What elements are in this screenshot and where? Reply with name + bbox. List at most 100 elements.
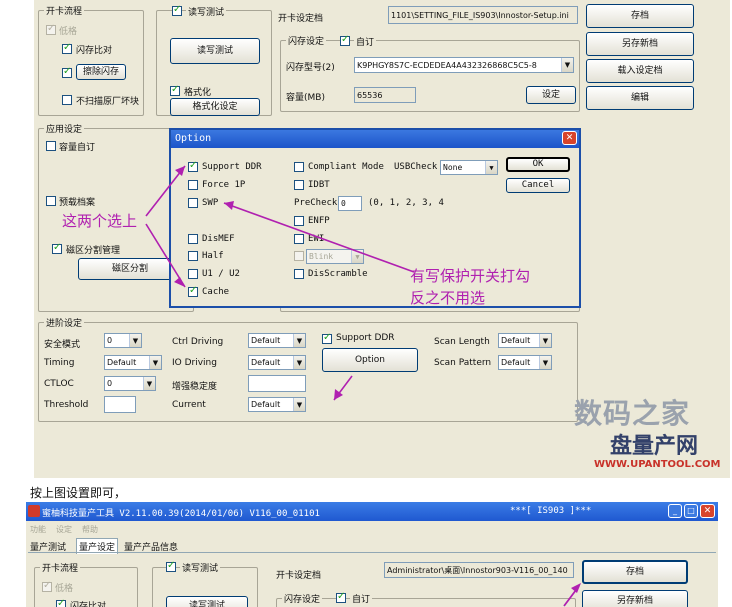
current-dropdown[interactable]: Default ▼ — [248, 397, 306, 412]
current-label: Current — [172, 400, 206, 410]
preload-checkbox[interactable] — [46, 196, 56, 206]
opt-enfp-checkbox[interactable] — [294, 216, 304, 226]
low-format-checkbox[interactable] — [46, 23, 56, 35]
option-dialog-titlebar: Option ✕ — [171, 130, 579, 148]
stability-field[interactable] — [248, 375, 306, 392]
bottom-flash-compare-checkbox[interactable] — [56, 598, 66, 607]
bottom-custom-label: 自订 — [350, 592, 373, 605]
option-button[interactable]: Option — [322, 348, 418, 372]
scan-length-dropdown[interactable]: Default ▼ — [498, 333, 552, 348]
threshold-field[interactable] — [104, 396, 136, 413]
opt-cancel-button[interactable]: Cancel — [506, 178, 570, 193]
flash-id-dropdown[interactable]: K9PHGY8S7C-ECDEDEA4A432326868C5C5-8 ▼ — [354, 57, 574, 73]
opt-cache-checkbox[interactable] — [188, 285, 198, 297]
capacity-field[interactable]: 65536 — [354, 87, 416, 103]
chevron-down-icon: ▼ — [129, 334, 141, 347]
bottom-low-format-checkbox[interactable] — [42, 580, 52, 592]
support-ddr-main-checkbox[interactable] — [322, 332, 332, 344]
opt-discramble-checkbox[interactable] — [294, 269, 304, 279]
ctrl-driving-dropdown[interactable]: Default ▼ — [248, 333, 306, 348]
opt-blink-dropdown[interactable]: Blink ▼ — [306, 249, 364, 264]
erase-flash-button[interactable]: 擦除闪存 — [76, 64, 126, 80]
flash-id-value: K9PHGY8S7C-ECDEDEA4A432326868C5C5-8 — [357, 60, 537, 70]
no-scan-bad-block-checkbox[interactable] — [62, 95, 72, 105]
erase-flash-checkbox[interactable] — [62, 66, 72, 78]
menu-settings[interactable]: 设定 — [56, 524, 72, 535]
opt-usbcheck-value: None — [443, 163, 463, 172]
opt-ewi-checkbox[interactable] — [294, 234, 304, 244]
format-checkbox[interactable] — [170, 84, 180, 96]
minimize-icon[interactable]: _ — [668, 504, 682, 518]
opt-usbcheck-label: USBCheck — [394, 162, 438, 172]
opt-u1u2-label: U1 / U2 — [202, 269, 240, 279]
close-icon[interactable]: ✕ — [700, 504, 715, 518]
watermark-cn: 数码之家 — [574, 397, 691, 430]
security-mode-dropdown[interactable]: 0 ▼ — [104, 333, 142, 348]
opt-blink-value: Blink — [309, 252, 334, 261]
custom-checkbox[interactable] — [340, 34, 350, 46]
opt-usbcheck-dropdown[interactable]: None ▼ — [440, 160, 498, 175]
menu-help[interactable]: 帮助 — [82, 524, 98, 535]
ctloc-dropdown[interactable]: 0 ▼ — [104, 376, 156, 391]
rw-test-button[interactable]: 读写测试 — [170, 38, 260, 64]
opt-precheck-field[interactable]: 0 — [338, 196, 362, 211]
bottom-rw-test-label: 读写测试 — [180, 561, 221, 574]
chevron-down-icon: ▼ — [293, 356, 305, 369]
menu-function[interactable]: 功能 — [30, 524, 46, 535]
chevron-down-icon: ▼ — [539, 356, 551, 369]
opt-support-ddr-checkbox[interactable] — [188, 160, 198, 172]
scan-pattern-dropdown[interactable]: Default ▼ — [498, 355, 552, 370]
capacity-custom-label: 容量自订 — [59, 143, 96, 153]
opt-u1u2-checkbox[interactable] — [188, 269, 198, 279]
current-value: Default — [251, 400, 281, 409]
chevron-down-icon: ▼ — [149, 356, 161, 369]
opt-ok-button[interactable]: OK — [506, 157, 570, 172]
support-ddr-main-label: Support DDR — [336, 333, 395, 343]
opt-blink-checkbox[interactable] — [294, 251, 304, 261]
capacity-custom-checkbox[interactable] — [46, 141, 56, 151]
custom-label: 自订 — [354, 35, 377, 48]
bottom-flash-group: 闪存设定 — [276, 592, 576, 607]
close-icon[interactable]: ✕ — [562, 131, 577, 145]
chevron-down-icon: ▼ — [561, 58, 573, 72]
chevron-down-icon: ▼ — [293, 334, 305, 347]
watermark-logo: 盘量产网 — [610, 434, 699, 459]
bottom-save-as-button[interactable]: 另存新档 — [582, 590, 688, 607]
threshold-label: Threshold — [44, 400, 89, 410]
opt-force1p-checkbox[interactable] — [188, 180, 198, 190]
format-settings-button[interactable]: 格式化设定 — [170, 98, 260, 116]
load-settings-button[interactable]: 载入设定档 — [586, 59, 694, 83]
partition-button[interactable]: 磁区分割 — [78, 258, 182, 280]
io-driving-dropdown[interactable]: Default ▼ — [248, 355, 306, 370]
bottom-screenshot: 蜜柚科技量产工具 V2.11.00.39(2014/01/06) V116_00… — [26, 502, 718, 607]
capacity-set-button[interactable]: 设定 — [526, 86, 576, 104]
save-as-button[interactable]: 另存新档 — [586, 32, 694, 56]
bottom-rw-test-button[interactable]: 读写测试 — [166, 596, 248, 607]
bottom-settings-file-field[interactable]: Administrator\桌面\Innostor903-V116_00_140 — [384, 562, 574, 578]
opt-dismef-checkbox[interactable] — [188, 234, 198, 244]
app-icon — [28, 505, 40, 517]
bottom-rw-test-checkbox[interactable] — [166, 560, 176, 572]
scan-length-value: Default — [501, 336, 531, 345]
bottom-save-button[interactable]: 存档 — [582, 560, 688, 584]
opt-swp-checkbox[interactable] — [188, 198, 198, 208]
opt-idbt-checkbox[interactable] — [294, 180, 304, 190]
settings-file-field[interactable]: 1101\SETTING_FILE_IS903\Innostor-Setup.i… — [388, 6, 578, 24]
bottom-low-format-label: 低格 — [55, 584, 74, 594]
chevron-down-icon: ▼ — [143, 377, 155, 390]
bottom-custom-checkbox[interactable] — [336, 591, 346, 603]
rw-test-checkbox[interactable] — [172, 4, 182, 16]
maximize-icon[interactable]: □ — [684, 504, 698, 518]
partition-checkbox[interactable] — [52, 242, 62, 254]
flash-compare-checkbox[interactable] — [62, 42, 72, 54]
timing-dropdown[interactable]: Default ▼ — [104, 355, 162, 370]
edit-button[interactable]: 编辑 — [586, 86, 694, 110]
flash-compare-label: 闪存比对 — [76, 46, 113, 56]
opt-compliant-checkbox[interactable] — [294, 162, 304, 172]
flash-id-label: 闪存型号(2) — [286, 63, 335, 73]
opt-half-checkbox[interactable] — [188, 251, 198, 261]
annotation-write-protect-2: 反之不用选 — [410, 289, 486, 307]
security-mode-label: 安全模式 — [44, 340, 81, 350]
option-dialog-title: Option — [175, 133, 212, 144]
save-button[interactable]: 存档 — [586, 4, 694, 28]
